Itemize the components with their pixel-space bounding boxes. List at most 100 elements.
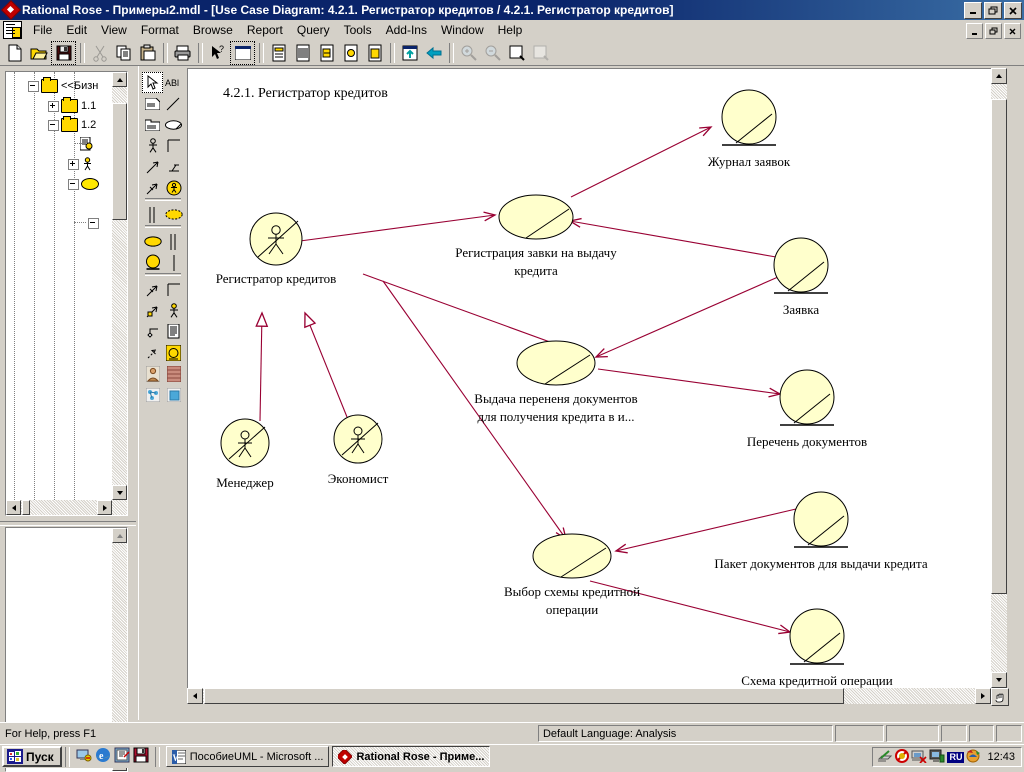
- close-button[interactable]: [1004, 2, 1022, 19]
- open-icon[interactable]: [27, 42, 50, 64]
- undo-fit-icon[interactable]: [529, 42, 552, 64]
- realize-tool[interactable]: [142, 342, 163, 363]
- entity-scheme[interactable]: Схема кредитной операции: [741, 608, 893, 688]
- model-tree[interactable]: <<Бизн 1.1 1.2: [5, 71, 128, 516]
- menu-item-report[interactable]: Report: [240, 21, 290, 39]
- canvas-vertical-scrollbar[interactable]: [991, 68, 1007, 688]
- menu-item-file[interactable]: File: [26, 21, 59, 39]
- browse-previous-icon[interactable]: [339, 42, 362, 64]
- business-worker-tool[interactable]: [142, 300, 163, 321]
- menu-item-browse[interactable]: Browse: [186, 21, 240, 39]
- menu-item-format[interactable]: Format: [134, 21, 186, 39]
- menu-item-help[interactable]: Help: [491, 21, 530, 39]
- actor-tool[interactable]: [142, 135, 163, 156]
- menu-item-view[interactable]: View: [94, 21, 134, 39]
- menu-item-add-ins[interactable]: Add-Ins: [379, 21, 434, 39]
- communicates-tool[interactable]: [142, 279, 163, 300]
- business-person-tool[interactable]: [142, 363, 163, 384]
- expander-minus-icon[interactable]: [68, 178, 79, 190]
- paste-icon[interactable]: [136, 42, 159, 64]
- antivirus-icon[interactable]: [895, 748, 910, 766]
- use-case-scheme[interactable]: Выбор схемы кредитной операции: [504, 533, 640, 617]
- business-actor-tool[interactable]: [163, 177, 184, 198]
- use-case-tool[interactable]: [163, 114, 184, 135]
- selection-tool[interactable]: [142, 72, 163, 93]
- new-icon[interactable]: [3, 42, 26, 64]
- scroll-down-button[interactable]: [112, 485, 127, 500]
- resize-grip[interactable]: [991, 688, 1009, 706]
- tree-node-child[interactable]: [88, 215, 101, 231]
- context-help-icon[interactable]: ?: [206, 42, 229, 64]
- mdi-restore-button[interactable]: [985, 23, 1002, 39]
- save-icon[interactable]: [133, 747, 149, 766]
- scrollbar-thumb[interactable]: [22, 500, 30, 515]
- minimize-button[interactable]: [964, 2, 982, 19]
- mdi-minimize-button[interactable]: [966, 23, 983, 39]
- business-network-tool[interactable]: [142, 384, 163, 405]
- expander-plus-icon[interactable]: [68, 158, 79, 170]
- internet-explorer-icon[interactable]: e: [95, 747, 111, 766]
- note-tool[interactable]: [142, 93, 163, 114]
- scroll-up-button[interactable]: [991, 68, 1007, 84]
- entity-docpack[interactable]: Пакет документов для выдачи кредита: [714, 491, 928, 571]
- start-button[interactable]: Пуск: [2, 746, 62, 767]
- tree-node-1-2[interactable]: 1.2: [48, 116, 96, 133]
- use-case-diagram-svg[interactable]: 4.2.1. Регистратор кредитов Регистратор …: [188, 69, 1007, 703]
- scroll-up-button[interactable]: [112, 72, 127, 87]
- disconnected-icon[interactable]: [911, 749, 928, 766]
- note-anchor-tool[interactable]: [163, 93, 184, 114]
- go-up-icon[interactable]: [398, 42, 421, 64]
- display-icon[interactable]: [929, 749, 945, 766]
- package-tool[interactable]: [142, 114, 163, 135]
- taskbar-button-word[interactable]: W ПособиеUML - Microsoft ...: [165, 746, 330, 767]
- scroll-right-button[interactable]: [975, 688, 991, 704]
- taskbar-button-rational-rose[interactable]: Rational Rose - Приме...: [332, 746, 491, 767]
- browse-class-icon[interactable]: [267, 42, 290, 64]
- expander-plus-icon[interactable]: [48, 100, 59, 112]
- print-icon[interactable]: [171, 42, 194, 64]
- aggregation-tool[interactable]: [142, 321, 163, 342]
- copy-icon[interactable]: [112, 42, 135, 64]
- browse-specification-icon[interactable]: [363, 42, 386, 64]
- cut-icon[interactable]: [88, 42, 111, 64]
- network-icon[interactable]: [877, 749, 893, 766]
- scrollbar-thumb[interactable]: [991, 99, 1007, 594]
- document-tool[interactable]: [163, 321, 184, 342]
- browse-parent-icon[interactable]: [315, 42, 338, 64]
- canvas-horizontal-scrollbar[interactable]: [187, 688, 991, 704]
- zoom-out-icon[interactable]: [481, 42, 504, 64]
- tree-horizontal-scrollbar[interactable]: [6, 500, 112, 515]
- expander-minus-icon[interactable]: [88, 217, 99, 229]
- tree-node-actor[interactable]: [68, 156, 94, 172]
- restore-button[interactable]: [984, 2, 1002, 19]
- business-system-tool[interactable]: [163, 384, 184, 405]
- unidirectional-association-tool[interactable]: [163, 135, 184, 156]
- language-indicator[interactable]: RU: [947, 751, 965, 763]
- document-control-icon[interactable]: [3, 21, 22, 39]
- scroll-right-button[interactable]: [97, 500, 112, 515]
- tree-node-use-case-diagram[interactable]: [79, 136, 93, 152]
- scroll-left-button[interactable]: [6, 500, 21, 515]
- tree-node-business[interactable]: <<Бизн: [28, 77, 98, 94]
- menu-item-window[interactable]: Window: [434, 21, 491, 39]
- save-icon[interactable]: [51, 40, 76, 65]
- business-goal-tool[interactable]: [163, 363, 184, 384]
- tree-vertical-scrollbar[interactable]: [112, 72, 127, 515]
- scroll-down-button[interactable]: [991, 672, 1007, 688]
- subscribes-tool[interactable]: [163, 279, 184, 300]
- expander-minus-icon[interactable]: [48, 119, 59, 131]
- zoom-in-icon[interactable]: [457, 42, 480, 64]
- business-use-case-tool[interactable]: [163, 204, 184, 225]
- taskbar-clock[interactable]: 12:43: [987, 751, 1015, 763]
- actor-manager[interactable]: Менеджер: [216, 418, 274, 490]
- tree-node-1-1[interactable]: 1.1: [48, 97, 96, 114]
- tree-node-use-case[interactable]: [68, 176, 99, 192]
- outlook-express-icon[interactable]: [114, 747, 130, 766]
- browse-state-machine-icon[interactable]: [291, 42, 314, 64]
- entity-journal[interactable]: Журнал заявок: [708, 89, 791, 169]
- mdi-close-button[interactable]: [1004, 23, 1021, 39]
- actor-economist[interactable]: Экономист: [328, 414, 389, 486]
- monitor-icon[interactable]: [966, 749, 981, 766]
- scrollbar-thumb[interactable]: [112, 103, 127, 220]
- association-role-tool[interactable]: [142, 177, 163, 198]
